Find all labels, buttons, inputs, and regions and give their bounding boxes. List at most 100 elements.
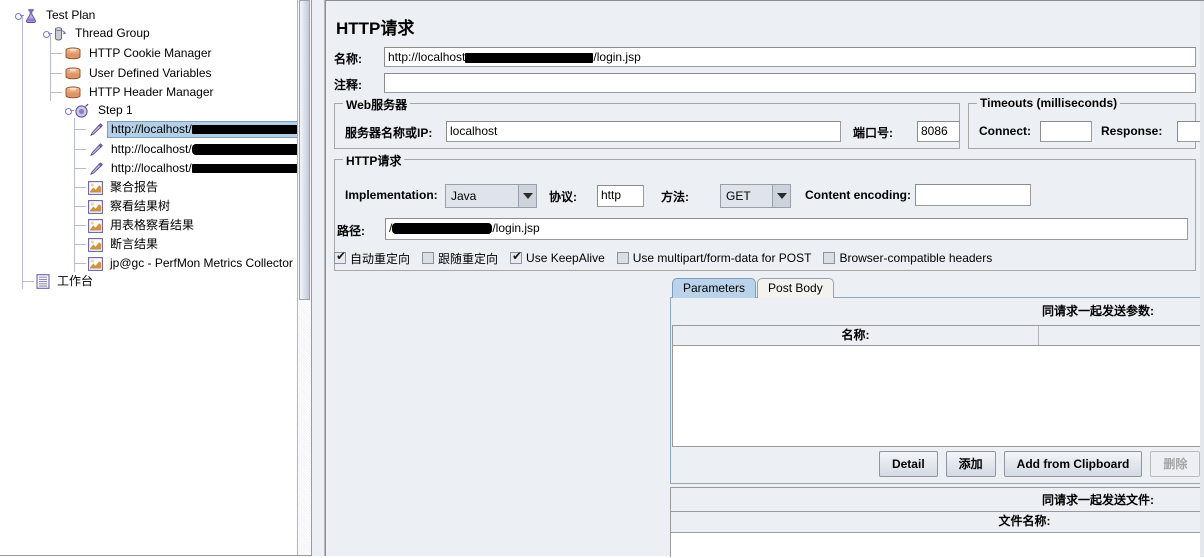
tree-item-view-results-tree[interactable]: 察看结果树 [74, 198, 170, 215]
comment-input[interactable] [384, 73, 1196, 93]
name-value-suffix: /login.jsp [593, 50, 641, 64]
config-element-icon [64, 85, 82, 100]
tree-item-perfmon-metrics-collector[interactable]: jp@gc - PerfMon Metrics Collector [74, 255, 293, 272]
http-request-group-title: HTTP请求 [343, 152, 405, 169]
http-sampler-icon [88, 142, 104, 158]
name-value-prefix: http://localhost [388, 50, 466, 64]
listener-icon [88, 180, 103, 195]
protocol-label: 协议: [549, 190, 577, 204]
checkbox-follow-redirect[interactable]: 跟随重定向 [422, 250, 498, 267]
method-value: GET [721, 185, 772, 207]
column-header-file-name[interactable]: 文件名称: [671, 512, 1204, 532]
checkbox-browser-compatible-headers[interactable]: Browser-compatible headers [823, 251, 992, 265]
timeouts-group-title: Timeouts (milliseconds) [977, 96, 1121, 110]
add-button[interactable]: 添加 [945, 451, 996, 477]
checkbox-box[interactable] [823, 252, 836, 264]
redaction-bar [465, 52, 594, 63]
checkbox-label: 自动重定向 [350, 251, 411, 266]
panel-splitter[interactable] [312, 0, 325, 556]
redaction-bar [191, 144, 302, 156]
chevron-down-icon[interactable] [518, 185, 536, 207]
redaction-bar [392, 223, 493, 235]
tree-item-http-sampler-3[interactable]: http://localhost//toSho [74, 160, 311, 177]
parameters-tabstrip[interactable]: Parameters Post Body [672, 278, 835, 298]
parameters-table[interactable]: 名称: 值 编码? 包含等于? [672, 325, 1204, 447]
implementation-label: Implementation: [345, 188, 438, 202]
config-element-icon [64, 66, 82, 81]
content-encoding-input[interactable] [915, 184, 1031, 206]
server-name-input[interactable]: localhost [446, 121, 841, 142]
sampler-url-prefix: http://localhost/ [111, 122, 192, 136]
checkbox-label: 跟随重定向 [438, 251, 499, 266]
tree-item-http-sampler-2[interactable]: http://localhost/e/login.d [74, 141, 311, 158]
jmeter-window: Test Plan Thread Group HTTP Cookie Manag… [0, 0, 1204, 558]
tree-item-label: Thread Group [75, 26, 150, 40]
tree-item-aggregate-report[interactable]: 聚合报告 [74, 179, 159, 196]
web-server-group: Web服务器 服务器名称或IP: localhost 端口号: 8086 [334, 96, 960, 149]
tree-item-http-cookie-manager[interactable]: HTTP Cookie Manager [50, 45, 212, 62]
flask-icon [23, 8, 39, 24]
path-input[interactable]: //login.jsp [385, 218, 1188, 240]
tree-item-http-sampler-1[interactable]: http://localhost/e/login.jsp [74, 121, 311, 138]
files-table-body[interactable] [671, 533, 1204, 558]
method-select[interactable]: GET [720, 184, 791, 208]
delete-button: 删除 [1150, 451, 1201, 477]
parameters-table-body[interactable] [673, 346, 1204, 446]
comment-label: 注释: [334, 78, 362, 92]
add-from-clipboard-button[interactable]: Add from Clipboard [1003, 451, 1143, 477]
checkbox-auto-redirect[interactable]: 自动重定向 [334, 250, 410, 267]
port-label: 端口号: [853, 126, 893, 140]
scrollbar-thumb[interactable] [299, 0, 310, 300]
expand-handle-icon[interactable] [14, 11, 24, 20]
sampler-url-prefix: http://localhost/ [111, 161, 192, 175]
test-plan-tree[interactable]: Test Plan Thread Group HTTP Cookie Manag… [0, 0, 312, 556]
checkbox-box[interactable] [422, 252, 435, 264]
tab-parameters[interactable]: Parameters [672, 278, 757, 298]
tree-item-thread-group[interactable]: Thread Group [42, 25, 150, 42]
tree-item-label: 工作台 [57, 274, 94, 288]
connect-timeout-input[interactable] [1040, 121, 1092, 142]
tree-item-workbench[interactable]: 工作台 [14, 273, 93, 290]
http-sampler-icon [88, 122, 104, 138]
port-input[interactable]: 8086 [917, 121, 960, 142]
name-row: 名称: http://localhost/login.jsp [334, 47, 1196, 69]
implementation-select[interactable]: Java [445, 184, 537, 208]
path-label: 路径: [337, 224, 365, 238]
page-title: HTTP请求 [336, 19, 415, 38]
checkbox-label: Use KeepAlive [526, 251, 605, 265]
tree-vertical-scrollbar[interactable] [297, 0, 311, 555]
tree-item-view-results-in-table[interactable]: 用表格察看结果 [74, 217, 195, 234]
checkbox-use-keepalive[interactable]: Use KeepAlive [510, 250, 605, 265]
files-table[interactable]: 文件名称: 参数名称: MIME类型: [670, 511, 1204, 558]
tree-item-label: Test Plan [46, 8, 96, 22]
tree-item-step-1[interactable]: Step 1 [42, 102, 133, 119]
name-input[interactable]: http://localhost/login.jsp [384, 47, 1196, 67]
checkbox-box[interactable] [334, 250, 347, 264]
checkbox-box[interactable] [510, 250, 523, 264]
checkbox-use-multipart[interactable]: Use multipart/form-data for POST [616, 251, 811, 265]
server-name-label: 服务器名称或IP: [345, 126, 433, 140]
tree-item-label: jp@gc - PerfMon Metrics Collector [110, 256, 293, 270]
tree-item-assertion-results[interactable]: 断言结果 [74, 236, 159, 253]
tree-item-user-defined-variables[interactable]: User Defined Variables [50, 65, 212, 82]
column-header-name[interactable]: 名称: [673, 326, 1039, 345]
workbench-icon [36, 274, 50, 289]
tab-post-body[interactable]: Post Body [757, 278, 834, 298]
expand-handle-icon[interactable] [42, 29, 52, 38]
checkbox-box[interactable] [616, 252, 629, 264]
right-panel-scroll-edge[interactable] [1200, 1, 1204, 557]
checkbox-label: Browser-compatible headers [839, 251, 993, 265]
tree-item-label: 断言结果 [110, 237, 159, 251]
chevron-down-icon[interactable] [772, 185, 790, 207]
comment-row: 注释: [334, 73, 1196, 95]
protocol-input[interactable]: http [597, 185, 644, 207]
column-header-value[interactable]: 值 [1039, 326, 1204, 345]
detail-button[interactable]: Detail [878, 451, 938, 477]
tree-item-label: 用表格察看结果 [110, 218, 195, 232]
files-table-header: 文件名称: 参数名称: MIME类型: [671, 512, 1204, 533]
tree-item-http-header-manager[interactable]: HTTP Header Manager [50, 84, 214, 101]
tree-item-test-plan[interactable]: Test Plan [14, 7, 95, 24]
listener-icon [88, 199, 103, 214]
tree-item-label: 聚合报告 [110, 180, 159, 194]
expand-handle-icon[interactable] [64, 106, 74, 115]
